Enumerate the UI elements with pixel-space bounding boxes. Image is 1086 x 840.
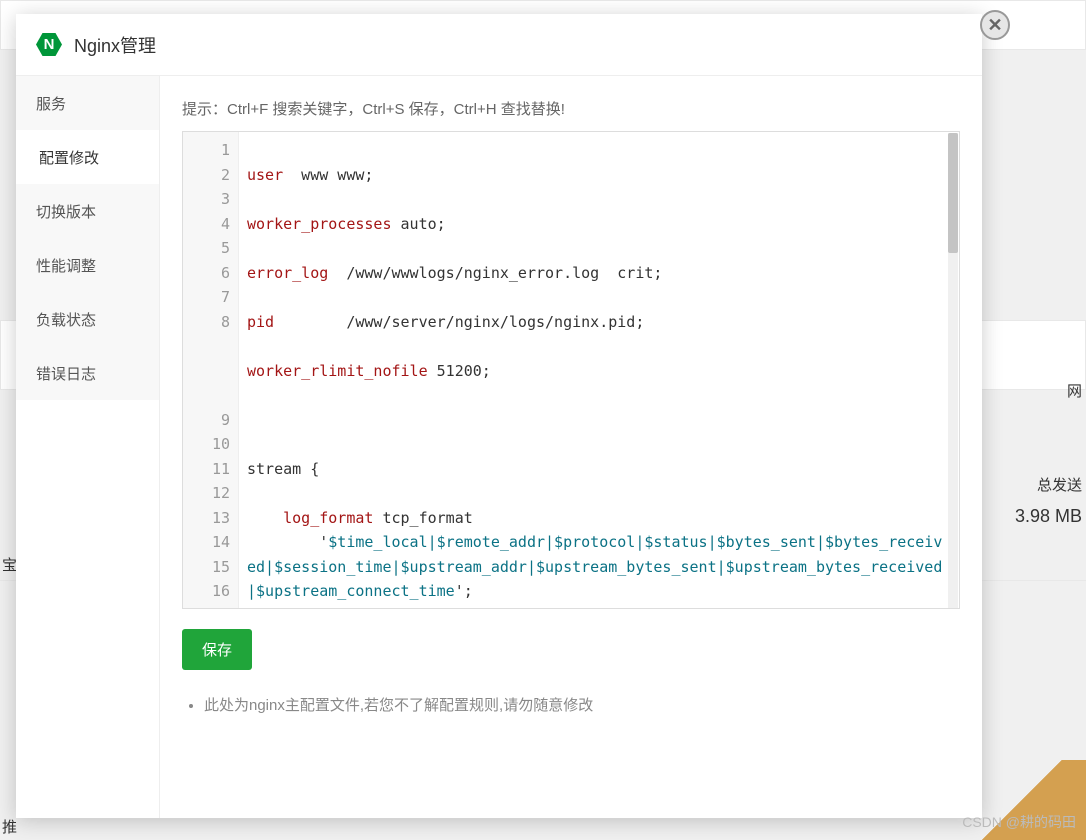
close-button[interactable]: ✕ <box>980 10 1010 40</box>
sidebar-item-label: 负载状态 <box>36 309 96 330</box>
sidebar-item-label: 性能调整 <box>36 255 96 276</box>
config-editor[interactable]: 1 2 3 4 5 6 7 8 9 10 11 12 13 14 15 16 <box>182 131 960 609</box>
modal-header: N Nginx管理 <box>16 14 982 76</box>
watermark: CSDN @耕的码田 <box>962 812 1076 832</box>
scrollbar-thumb[interactable] <box>948 133 958 253</box>
editor-hint: 提示：Ctrl+F 搜索关键字，Ctrl+S 保存，Ctrl+H 查找替换! <box>182 98 960 119</box>
sidebar-item-config[interactable]: 配置修改 <box>16 130 159 184</box>
bg-text: 3.98 MB <box>1015 506 1082 527</box>
bg-text: 总发送 <box>1037 474 1082 495</box>
nginx-logo-icon: N <box>36 32 62 58</box>
sidebar-item-label: 服务 <box>36 93 66 114</box>
sidebar-item-label: 配置修改 <box>39 147 99 168</box>
sidebar-item-label: 错误日志 <box>36 363 96 384</box>
sidebar-item-performance[interactable]: 性能调整 <box>16 238 159 292</box>
sidebar-item-errorlog[interactable]: 错误日志 <box>16 346 159 400</box>
line-gutter: 1 2 3 4 5 6 7 8 9 10 11 12 13 14 15 16 <box>183 132 239 608</box>
sidebar-item-service[interactable]: 服务 <box>16 76 159 130</box>
bg-text: 网 <box>1067 380 1082 401</box>
content-pane: 提示：Ctrl+F 搜索关键字，Ctrl+S 保存，Ctrl+H 查找替换! 1… <box>160 76 982 818</box>
note-list: 此处为nginx主配置文件,若您不了解配置规则,请勿随意修改 <box>182 694 960 715</box>
sidebar-item-label: 切换版本 <box>36 201 96 222</box>
sidebar-item-load[interactable]: 负载状态 <box>16 292 159 346</box>
bg-text: 推 <box>2 816 17 837</box>
note-item: 此处为nginx主配置文件,若您不了解配置规则,请勿随意修改 <box>204 694 960 715</box>
modal-title: Nginx管理 <box>74 32 156 58</box>
sidebar: 服务 配置修改 切换版本 性能调整 负载状态 错误日志 <box>16 76 160 818</box>
save-button[interactable]: 保存 <box>182 629 252 670</box>
sidebar-item-version[interactable]: 切换版本 <box>16 184 159 238</box>
code-area[interactable]: user www www; worker_processes auto; err… <box>239 132 955 608</box>
close-icon: ✕ <box>987 15 1002 36</box>
editor-scrollbar[interactable] <box>948 133 958 609</box>
nginx-manage-modal: ✕ N Nginx管理 服务 配置修改 切换版本 性能调整 负载状态 错误日志 … <box>16 14 982 818</box>
bg-text: 宝 <box>2 554 17 575</box>
